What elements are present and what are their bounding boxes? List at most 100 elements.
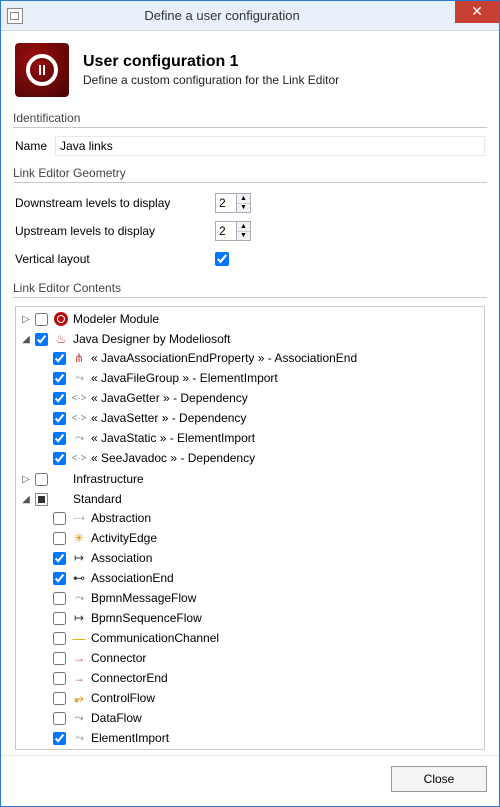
- tree-checkbox[interactable]: [53, 412, 66, 425]
- tree-node[interactable]: ▷—CommunicationChannel: [38, 629, 482, 647]
- tree-checkbox[interactable]: [53, 392, 66, 405]
- tree-node-standard[interactable]: ◢ Standard: [20, 490, 482, 508]
- tree-checkbox[interactable]: [53, 652, 66, 665]
- tree-checkbox[interactable]: [35, 473, 48, 486]
- window-close-button[interactable]: ✕: [455, 1, 499, 23]
- modeler-icon: [54, 312, 68, 326]
- divider: [13, 182, 487, 183]
- tree-checkbox[interactable]: [35, 333, 48, 346]
- divider: [13, 297, 487, 298]
- tree-node-infrastructure[interactable]: ▷ Infrastructure: [20, 470, 482, 488]
- dataflow-icon: ⤳: [71, 710, 87, 726]
- tree-checkbox[interactable]: [53, 692, 66, 705]
- tree-node[interactable]: ▷⤳DataFlow: [38, 709, 482, 727]
- downstream-spinner[interactable]: ▲ ▼: [215, 193, 251, 213]
- tree-node[interactable]: ▷⤳ElementImport: [38, 729, 482, 747]
- tree-label: AssociationEnd: [90, 571, 174, 585]
- tree-label: Abstraction: [90, 511, 151, 525]
- tree-label: « JavaStatic » - ElementImport: [90, 431, 255, 445]
- controlflow-icon: ⥵: [71, 690, 87, 706]
- tree-label: BpmnSequenceFlow: [90, 611, 202, 625]
- tree-node[interactable]: ▷⤳« JavaStatic » - ElementImport: [38, 429, 482, 447]
- tree-checkbox[interactable]: [53, 612, 66, 625]
- tree-node[interactable]: ▷<·>« JavaGetter » - Dependency: [38, 389, 482, 407]
- tree-checkbox[interactable]: [53, 732, 66, 745]
- tree-checkbox[interactable]: [53, 552, 66, 565]
- tree-label: Connector: [90, 651, 146, 665]
- tree-checkbox[interactable]: [53, 712, 66, 725]
- tree-checkbox[interactable]: [53, 532, 66, 545]
- close-button[interactable]: Close: [391, 766, 487, 792]
- tree-node[interactable]: ▷⊷AssociationEnd: [38, 569, 482, 587]
- vertical-layout-label: Vertical layout: [15, 252, 215, 266]
- association-icon: ↦: [71, 610, 87, 626]
- tree-node[interactable]: ▷↦BpmnSequenceFlow: [38, 609, 482, 627]
- tree-node-java-designer[interactable]: ◢ ♨ Java Designer by Modeliosoft: [20, 330, 482, 348]
- tree-checkbox[interactable]: [53, 672, 66, 685]
- contents-group-label: Link Editor Contents: [13, 281, 487, 295]
- code-arrow-icon: <·>: [71, 450, 87, 466]
- tree-checkbox[interactable]: [53, 632, 66, 645]
- dashed-arrow-icon: ⤳: [71, 430, 87, 446]
- tree-checkbox[interactable]: [53, 432, 66, 445]
- tree-node[interactable]: ▷⤳BpmnMessageFlow: [38, 589, 482, 607]
- contents-tree[interactable]: ▷ Modeler Module ◢ ♨ Java Designer by M: [15, 306, 485, 750]
- tree-label: ElementImport: [90, 731, 169, 745]
- tree-checkbox[interactable]: [53, 372, 66, 385]
- divider: [13, 127, 487, 128]
- expand-icon[interactable]: ▷: [20, 473, 32, 485]
- tree-checkbox[interactable]: [53, 592, 66, 605]
- downstream-input[interactable]: [215, 193, 237, 213]
- upstream-spinner[interactable]: ▲ ▼: [215, 221, 251, 241]
- window-system-icon: [7, 8, 23, 24]
- tree-node[interactable]: ▷↦Association: [38, 549, 482, 567]
- downstream-up-button[interactable]: ▲: [237, 194, 250, 204]
- tree-node[interactable]: ▷→Connector: [38, 649, 482, 667]
- association-end-icon: ⊷: [71, 570, 87, 586]
- abstraction-icon: ⤏: [71, 510, 87, 526]
- tree-node[interactable]: ▷→ConnectorEnd: [38, 669, 482, 687]
- tree-node[interactable]: ▷⤳« JavaFileGroup » - ElementImport: [38, 369, 482, 387]
- config-title: User configuration 1: [83, 53, 339, 71]
- dashed-arrow-icon: ⤳: [71, 590, 87, 606]
- tree-label: ActivityEdge: [90, 531, 157, 545]
- titlebar: Define a user configuration ✕: [1, 1, 499, 31]
- dashed-arrow-icon: ⤳: [71, 730, 87, 746]
- tree-node[interactable]: ▷<·>« SeeJavadoc » - Dependency: [38, 449, 482, 467]
- tree-label: Java Designer by Modeliosoft: [72, 332, 230, 346]
- collapse-icon[interactable]: ◢: [20, 493, 32, 505]
- downstream-down-button[interactable]: ▼: [237, 204, 250, 213]
- tree-node[interactable]: ▷⤏ElementRealization: [38, 749, 482, 750]
- tree-label: « JavaGetter » - Dependency: [90, 391, 248, 405]
- name-input[interactable]: [55, 136, 485, 156]
- tree-node[interactable]: ▷<·>« JavaSetter » - Dependency: [38, 409, 482, 427]
- upstream-up-button[interactable]: ▲: [237, 222, 250, 232]
- tree-label: ConnectorEnd: [90, 671, 168, 685]
- tree-label: ControlFlow: [90, 691, 155, 705]
- collapse-icon[interactable]: ◢: [20, 333, 32, 345]
- dialog-header: User configuration 1 Define a custom con…: [15, 43, 487, 97]
- tree-label: Standard: [72, 492, 122, 506]
- tree-checkbox[interactable]: [53, 572, 66, 585]
- tree-checkbox[interactable]: [35, 313, 48, 326]
- tree-checkbox[interactable]: [53, 512, 66, 525]
- config-icon: [15, 43, 69, 97]
- tree-node[interactable]: ▷⋔« JavaAssociationEndProperty » - Assoc…: [38, 349, 482, 367]
- tree-node[interactable]: ▷⥵ControlFlow: [38, 689, 482, 707]
- tree-label: CommunicationChannel: [90, 631, 219, 645]
- tree-checkbox-indeterminate[interactable]: [35, 493, 48, 506]
- upstream-down-button[interactable]: ▼: [237, 232, 250, 241]
- connector-icon: →: [71, 670, 87, 686]
- vertical-layout-checkbox[interactable]: [215, 252, 229, 266]
- tree-checkbox[interactable]: [53, 452, 66, 465]
- expand-icon[interactable]: ▷: [20, 313, 32, 325]
- connector-icon: →: [71, 650, 87, 666]
- upstream-input[interactable]: [215, 221, 237, 241]
- tree-label: « JavaFileGroup » - ElementImport: [90, 371, 278, 385]
- tree-node-modeler[interactable]: ▷ Modeler Module: [20, 310, 482, 328]
- tree-node[interactable]: ▷⤏Abstraction: [38, 509, 482, 527]
- name-label: Name: [15, 139, 47, 153]
- tree-checkbox[interactable]: [53, 352, 66, 365]
- tree-node[interactable]: ▷✳ActivityEdge: [38, 529, 482, 547]
- tree-label: « JavaAssociationEndProperty » - Associa…: [90, 351, 357, 365]
